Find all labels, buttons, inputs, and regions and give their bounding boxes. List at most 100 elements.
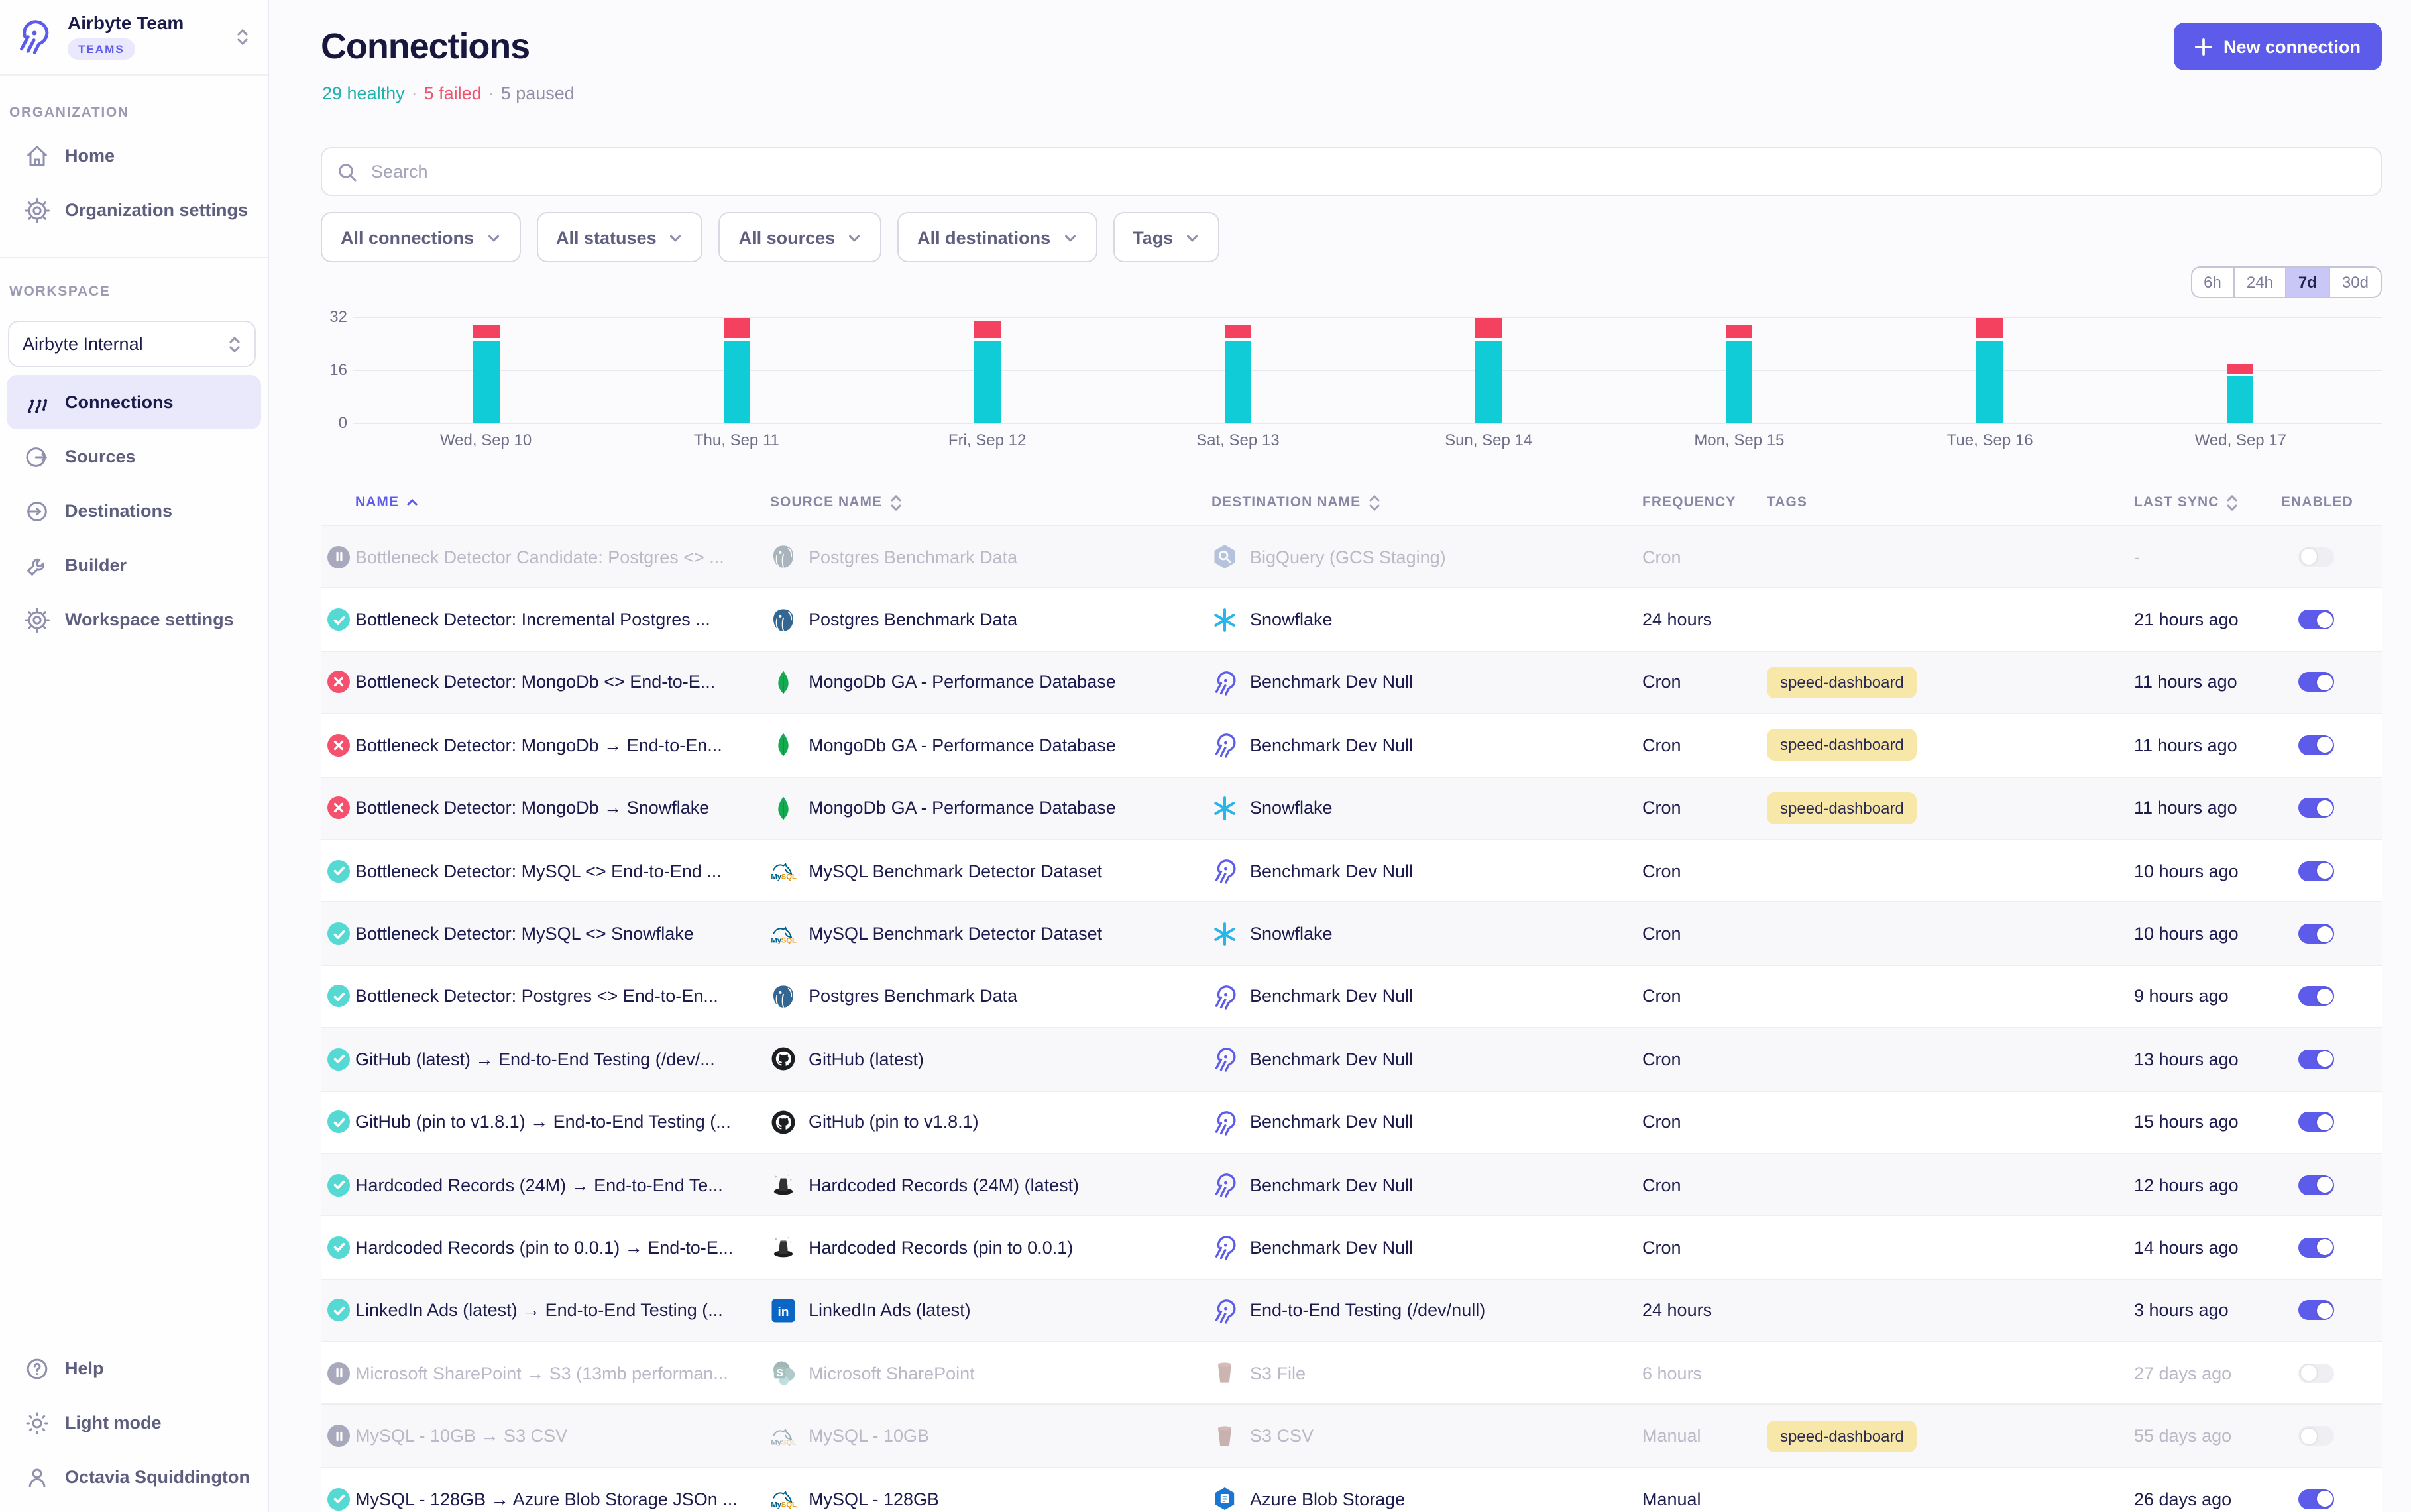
frequency-cell: Cron xyxy=(1642,798,1767,818)
chart-bar-failed[interactable] xyxy=(1726,324,1752,337)
chart-bar-failed[interactable] xyxy=(473,324,499,337)
chart-bar-success[interactable] xyxy=(473,340,499,423)
chart-bar-success[interactable] xyxy=(1726,340,1752,423)
table-row[interactable]: Bottleneck Detector: MySQL <> End-to-End… xyxy=(321,839,2382,902)
workspace-selector-value: Airbyte Internal xyxy=(23,334,228,354)
destination-name: Azure Blob Storage xyxy=(1250,1489,1405,1509)
chart-bar-success[interactable] xyxy=(1225,340,1251,423)
status-cell xyxy=(321,985,355,1008)
table-row[interactable]: Bottleneck Detector: Postgres <> End-to-… xyxy=(321,964,2382,1027)
chart-bar-failed[interactable] xyxy=(1977,317,2003,337)
s3-icon xyxy=(1211,1423,1238,1449)
enabled-toggle[interactable] xyxy=(2298,1489,2334,1509)
chart-bar-failed[interactable] xyxy=(974,321,1001,337)
enabled-toggle[interactable] xyxy=(2298,1175,2334,1195)
team-switcher-chevrons-icon xyxy=(236,27,249,54)
chart-bar-success[interactable] xyxy=(2227,376,2254,423)
enabled-cell xyxy=(2281,798,2382,818)
home-icon xyxy=(24,142,50,169)
enabled-cell xyxy=(2281,924,2382,944)
table-row[interactable]: Bottleneck Detector: MongoDb → Snowflake… xyxy=(321,776,2382,839)
table-row[interactable]: LinkedIn Ads (latest) → End-to-End Testi… xyxy=(321,1278,2382,1341)
time-range-30d[interactable]: 30d xyxy=(2329,268,2381,297)
workspace-selector-chevrons-icon xyxy=(228,333,241,354)
column-header-source[interactable]: SOURCE NAME xyxy=(770,492,1211,512)
table-row[interactable]: Hardcoded Records (pin to 0.0.1) → End-t… xyxy=(321,1216,2382,1279)
enabled-toggle[interactable] xyxy=(2298,735,2334,755)
main-area: Connections 29 healthy·5 failed·5 paused… xyxy=(269,0,2411,1512)
filter-tags[interactable]: Tags xyxy=(1113,212,1219,262)
chart-bar-success[interactable] xyxy=(1475,340,1502,423)
chart-bar-success[interactable] xyxy=(723,340,750,423)
enabled-toggle[interactable] xyxy=(2298,1050,2334,1069)
team-switcher[interactable]: Airbyte Team TEAMS xyxy=(0,0,268,76)
chart-bar-failed[interactable] xyxy=(1225,324,1251,337)
status-success-icon xyxy=(327,859,350,882)
table-row[interactable]: Bottleneck Detector: MongoDb <> End-to-E… xyxy=(321,651,2382,714)
enabled-toggle[interactable] xyxy=(2298,610,2334,629)
enabled-toggle[interactable] xyxy=(2298,1301,2334,1321)
chart-bar-failed[interactable] xyxy=(1475,317,1502,337)
status-failed-icon xyxy=(327,671,350,694)
enabled-toggle[interactable] xyxy=(2298,924,2334,944)
table-row[interactable]: Bottleneck Detector: MongoDb → End-to-En… xyxy=(321,713,2382,776)
new-connection-button[interactable]: New connection xyxy=(2174,23,2382,70)
sidebar-item-connections[interactable]: Connections xyxy=(7,375,261,429)
enabled-toggle[interactable] xyxy=(2298,1364,2334,1383)
sidebar-item-help[interactable]: Help xyxy=(7,1341,261,1395)
time-range-24h[interactable]: 24h xyxy=(2233,268,2285,297)
table-row[interactable]: GitHub (pin to v1.8.1) → End-to-End Test… xyxy=(321,1090,2382,1153)
filter-all-destinations[interactable]: All destinations xyxy=(897,212,1097,262)
table-row[interactable]: Bottleneck Detector: MySQL <> SnowflakeM… xyxy=(321,902,2382,965)
enabled-toggle[interactable] xyxy=(2298,1426,2334,1446)
table-row[interactable]: Microsoft SharePoint → S3 (13mb performa… xyxy=(321,1341,2382,1404)
search-input[interactable] xyxy=(368,160,2366,183)
frequency-cell: 24 hours xyxy=(1642,610,1767,629)
time-range-7d[interactable]: 7d xyxy=(2285,268,2329,297)
filter-all-connections[interactable]: All connections xyxy=(321,212,520,262)
sidebar-item-builder[interactable]: Builder xyxy=(7,538,261,592)
plus-icon xyxy=(2196,38,2213,55)
column-header-destination[interactable]: DESTINATION NAME xyxy=(1211,492,1642,512)
enabled-toggle[interactable] xyxy=(2298,798,2334,818)
time-range-6h[interactable]: 6h xyxy=(2192,268,2233,297)
workspace-selector[interactable]: Airbyte Internal xyxy=(8,321,256,367)
chart-bar-success[interactable] xyxy=(974,340,1001,423)
enabled-toggle[interactable] xyxy=(2298,987,2334,1006)
sidebar-item-organization-settings[interactable]: Organization settings xyxy=(7,183,261,237)
sidebar-item-octavia-squiddington[interactable]: Octavia Squiddington xyxy=(7,1450,261,1504)
sort-icon xyxy=(889,492,902,512)
last-sync-cell: 3 hours ago xyxy=(2134,1301,2281,1321)
sidebar-item-workspace-settings[interactable]: Workspace settings xyxy=(7,592,261,647)
table-row[interactable]: Bottleneck Detector: Incremental Postgre… xyxy=(321,588,2382,651)
table-row[interactable]: GitHub (latest) → End-to-End Testing (/d… xyxy=(321,1027,2382,1090)
sidebar-item-home[interactable]: Home xyxy=(7,129,261,183)
column-header-last_sync[interactable]: LAST SYNC xyxy=(2134,492,2281,512)
filter-all-statuses[interactable]: All statuses xyxy=(536,212,703,262)
table-row[interactable]: MySQL - 128GB → Azure Blob Storage JSOn … xyxy=(321,1467,2382,1512)
chart-bar-failed[interactable] xyxy=(2227,364,2254,374)
sidebar-item-sources[interactable]: Sources xyxy=(7,429,261,484)
enabled-toggle[interactable] xyxy=(2298,673,2334,692)
sidebar-item-destinations[interactable]: Destinations xyxy=(7,484,261,538)
svg-text:My: My xyxy=(771,873,781,881)
table-row[interactable]: Bottleneck Detector Candidate: Postgres … xyxy=(321,525,2382,588)
chart-bar-failed[interactable] xyxy=(723,317,750,337)
sidebar-item-light-mode[interactable]: Light mode xyxy=(7,1395,261,1450)
enabled-toggle[interactable] xyxy=(2298,547,2334,567)
enabled-cell xyxy=(2281,987,2382,1006)
column-header-name[interactable]: NAME xyxy=(355,494,770,510)
table-row[interactable]: MySQL - 10GB → S3 CSVMySQLMySQL - 10GBS3… xyxy=(321,1404,2382,1467)
enabled-toggle[interactable] xyxy=(2298,1238,2334,1258)
devnull-icon xyxy=(1211,1234,1238,1261)
chart-bar-success[interactable] xyxy=(1977,340,2003,423)
filter-all-sources[interactable]: All sources xyxy=(719,212,882,262)
status-cell xyxy=(321,1173,355,1196)
enabled-toggle[interactable] xyxy=(2298,1112,2334,1132)
table-row[interactable]: Hardcoded Records (24M) → End-to-End Te.… xyxy=(321,1153,2382,1216)
source-name: MySQL - 10GB xyxy=(809,1426,929,1446)
enabled-toggle[interactable] xyxy=(2298,861,2334,881)
frequency-cell: Cron xyxy=(1642,1050,1767,1069)
svg-text:My: My xyxy=(771,1438,781,1446)
svg-text:in: in xyxy=(777,1305,789,1319)
